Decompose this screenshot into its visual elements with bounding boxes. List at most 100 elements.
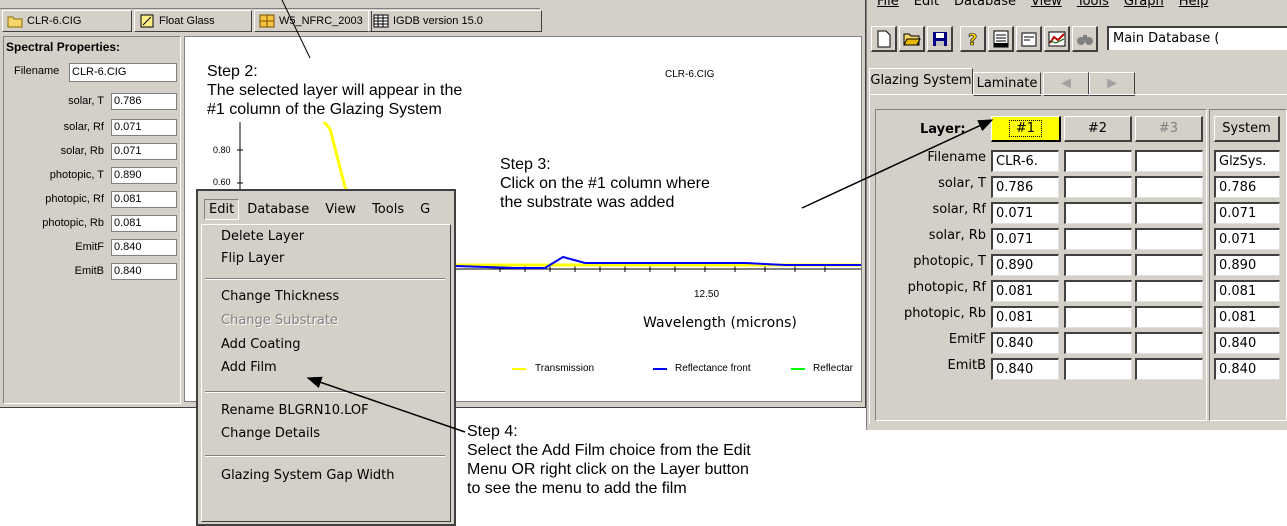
cell-c1-photopic-rf: 0.081 [991, 280, 1059, 302]
database-select[interactable]: Main Database ( [1107, 26, 1287, 50]
save-button[interactable] [927, 26, 953, 52]
cell-c1-solar-t: 0.786 [991, 176, 1059, 198]
tab-clr6[interactable]: CLR-6.CIG [2, 10, 132, 32]
menu-database[interactable]: Database [247, 202, 309, 217]
help-button[interactable]: ? [960, 26, 986, 52]
cell-c3 [1135, 202, 1203, 224]
glass-icon [139, 14, 155, 28]
new-file-button[interactable] [871, 26, 897, 52]
tab-glazing-system[interactable]: Glazing System [869, 68, 973, 95]
chart-button[interactable] [1044, 26, 1070, 52]
cell-c1-solar-rf: 0.071 [991, 202, 1059, 224]
database-icon [373, 14, 389, 28]
open-folder-icon [902, 33, 921, 45]
menu-item-add-coating[interactable]: Add Coating [221, 337, 301, 352]
spectral-title: Spectral Properties: [6, 40, 121, 54]
cell-c2 [1064, 332, 1132, 354]
menu-graph-right[interactable]: Graph [1124, 0, 1164, 16]
layer-button-1-label: #1 [1008, 120, 1043, 137]
chart-icon [1048, 31, 1065, 46]
cell-c1-emitb: 0.840 [991, 358, 1059, 380]
cell-c3 [1135, 280, 1203, 302]
prop-value-solar-rf: 0.071 [111, 119, 177, 136]
binoculars-icon [1076, 34, 1093, 45]
layer-button-1[interactable]: #1 [991, 116, 1061, 142]
prop-label-solar-rb: solar, Rb [60, 145, 104, 157]
tab-strip: CLR-6.CIG Float Glass W5_NFRC_2003 IGDB … [0, 0, 866, 32]
arrow-left-icon: ◄ [1058, 75, 1074, 92]
menu-tools[interactable]: Tools [372, 202, 404, 217]
sys-photopic-rb: 0.081 [1214, 306, 1280, 328]
menu-item-delete-layer[interactable]: Delete Layer [221, 229, 304, 244]
menu-edit-right[interactable]: Edit [914, 0, 939, 16]
cell-c2 [1064, 150, 1132, 172]
menu-view-right[interactable]: View [1031, 0, 1062, 16]
prop-label-solar-rf: solar, Rf [63, 121, 104, 133]
menu-item-add-film[interactable]: Add Film [221, 360, 277, 375]
edit-button[interactable] [1016, 26, 1042, 52]
menu-item-rename[interactable]: Rename BLGRN10.LOF [221, 403, 369, 418]
cell-c2 [1064, 254, 1132, 276]
nav-left-button[interactable]: ◄ [1043, 72, 1089, 96]
menu-item-flip-layer[interactable]: Flip Layer [221, 251, 284, 266]
row-label-photopic-rb: photopic, Rb [903, 306, 986, 321]
tab-strip-top-edge [0, 0, 540, 9]
cell-c2 [1064, 228, 1132, 250]
cell-c2 [1064, 306, 1132, 328]
sys-solar-t: 0.786 [1214, 176, 1280, 198]
sys-photopic-t: 0.890 [1214, 254, 1280, 276]
step4-line3: to see the menu to add the film [467, 480, 687, 497]
sys-filename: GlzSys. [1214, 150, 1280, 172]
sys-emitf: 0.840 [1214, 332, 1280, 354]
arrow-right-icon: ► [1104, 75, 1120, 92]
step2-heading: Step 2: [207, 63, 258, 80]
legend-reflectance-front: Reflectance front [675, 363, 751, 374]
layer-button-2[interactable]: #2 [1064, 116, 1132, 142]
cell-c3 [1135, 332, 1203, 354]
system-button[interactable]: System [1214, 116, 1280, 142]
menu-item-change-details[interactable]: Change Details [221, 426, 320, 441]
tab-float-glass[interactable]: Float Glass [134, 10, 252, 32]
step3-line1: Click on the #1 column where [500, 175, 710, 192]
menu-help-right[interactable]: Help [1179, 0, 1209, 16]
layer-grid: Layer: #1 #2 #3 Filename solar, T solar,… [875, 109, 1207, 421]
cell-c2 [1064, 202, 1132, 224]
new-file-icon [877, 30, 890, 47]
step3-callout: Step 3: Click on the #1 column where the… [498, 153, 834, 246]
menu-separator [205, 278, 445, 280]
prop-label-photopic-t: photopic, T [49, 169, 104, 181]
menu-edit[interactable]: Edit [204, 198, 240, 220]
menu-file[interactable]: File [877, 0, 899, 16]
save-icon [932, 31, 947, 46]
edit-dropdown: Delete Layer Flip Layer Change Thickness… [201, 224, 451, 522]
nav-right-button[interactable]: ► [1089, 72, 1135, 96]
tab-label: Float Glass [159, 15, 215, 27]
tab-laminate[interactable]: Laminate [973, 72, 1041, 96]
menu-item-change-thickness[interactable]: Change Thickness [221, 289, 339, 304]
row-label-emitb: EmitB [947, 358, 986, 373]
menu-bar: Edit Database View Tools G [198, 191, 454, 227]
prop-value-emitb: 0.840 [111, 263, 177, 280]
cell-c1-filename: CLR-6. [991, 150, 1059, 172]
filename-field[interactable]: CLR-6.CIG [69, 63, 177, 82]
prop-value-photopic-rb: 0.081 [111, 215, 177, 232]
menu-database-right[interactable]: Database [954, 0, 1016, 16]
menu-item-gap-width[interactable]: Glazing System Gap Width [221, 468, 395, 483]
binoculars-button[interactable] [1072, 26, 1098, 52]
edit-menu-window: Edit Database View Tools G Delete Layer … [196, 189, 456, 526]
menu-g[interactable]: G [420, 202, 430, 217]
tab-w5-nfrc[interactable]: W5_NFRC_2003 [254, 10, 372, 32]
report-button[interactable] [988, 26, 1014, 52]
legend-reflectance-back: Reflectar [813, 363, 854, 374]
menu-view[interactable]: View [325, 202, 356, 217]
step2-line1: The selected layer will appear in the [207, 82, 463, 99]
tab-igdb[interactable]: IGDB version 15.0 [368, 10, 542, 32]
prop-label-photopic-rb: photopic, Rb [42, 217, 104, 229]
step4-callout: Step 4: Select the Add Film choice from … [467, 422, 751, 498]
cell-c2 [1064, 358, 1132, 380]
cell-c1-photopic-rb: 0.081 [991, 306, 1059, 328]
menu-tools-right[interactable]: Tools [1077, 0, 1109, 16]
folder-icon [7, 14, 23, 28]
layer-button-3[interactable]: #3 [1135, 116, 1203, 142]
open-folder-button[interactable] [899, 26, 925, 52]
